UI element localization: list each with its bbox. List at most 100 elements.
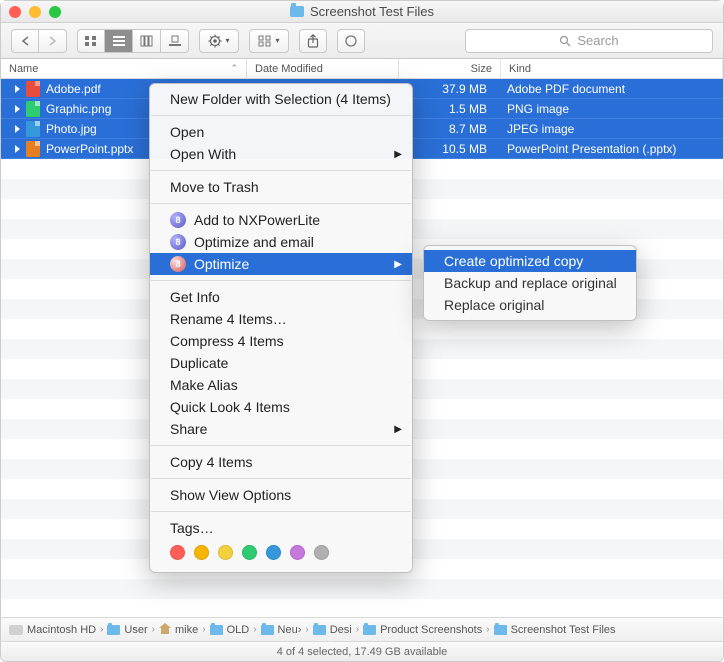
submenu-create-copy[interactable]: Create optimized copy [424,250,636,272]
path-icon [494,625,507,635]
icon-view-button[interactable] [77,29,105,53]
chevron-right-icon: › [305,624,308,635]
file-size: 8.7 MB [399,122,501,136]
context-menu: New Folder with Selection (4 Items) Open… [149,83,413,573]
column-headers: Name⌃ Date Modified Size Kind [1,59,723,79]
disclosure-triangle-icon [15,145,20,153]
menu-add-to-nxpowerlite[interactable]: 8Add to NXPowerLite [150,209,412,231]
submenu-replace[interactable]: Replace original [424,294,636,316]
close-window-button[interactable] [9,6,21,18]
chevron-right-icon: › [253,624,256,635]
menu-open[interactable]: Open [150,121,412,143]
menu-view-options[interactable]: Show View Options [150,484,412,506]
path-icon [363,625,376,635]
folder-icon [290,6,304,17]
file-size: 37.9 MB [399,82,501,96]
file-kind: PowerPoint Presentation (.pptx) [501,142,723,156]
path-segment[interactable]: mike [159,624,198,636]
column-date[interactable]: Date Modified [247,59,399,78]
column-name[interactable]: Name⌃ [1,59,247,78]
menu-copy[interactable]: Copy 4 Items [150,451,412,473]
back-button[interactable] [11,29,39,53]
disclosure-triangle-icon [15,105,20,113]
menu-get-info[interactable]: Get Info [150,286,412,308]
path-segment[interactable]: Neu› [261,624,302,636]
path-segment[interactable]: Screenshot Test Files [494,624,616,636]
search-icon [559,35,571,47]
column-size[interactable]: Size [399,59,501,78]
arrange-menu-button[interactable]: ▾ [249,29,289,53]
menu-optimize-and-email[interactable]: 8Optimize and email [150,231,412,253]
column-kind[interactable]: Kind [501,59,723,78]
chevron-right-icon: › [356,624,359,635]
action-menu-button[interactable]: ▾ [199,29,239,53]
path-label: mike [175,624,198,636]
submenu-backup-replace[interactable]: Backup and replace original [424,272,636,294]
path-label: Product Screenshots [380,624,482,636]
disclosure-triangle-icon [15,85,20,93]
path-segment[interactable]: User [107,624,147,636]
file-kind: PNG image [501,102,723,116]
share-button[interactable] [299,29,327,53]
path-icon [159,624,171,636]
menu-tags[interactable]: Tags… [150,517,412,539]
list-view-button[interactable] [105,29,133,53]
file-kind: Adobe PDF document [501,82,723,96]
file-size: 10.5 MB [399,142,501,156]
file-name: Adobe.pdf [46,82,101,96]
chevron-right-icon: › [100,624,103,635]
zoom-window-button[interactable] [49,6,61,18]
chevron-right-icon: › [202,624,205,635]
menu-move-to-trash[interactable]: Move to Trash [150,176,412,198]
menu-optimize[interactable]: 8Optimize▶ [150,253,412,275]
path-segment[interactable]: Product Screenshots [363,624,482,636]
coverflow-view-button[interactable] [161,29,189,53]
path-icon [313,625,326,635]
menu-duplicate[interactable]: Duplicate [150,352,412,374]
forward-button[interactable] [39,29,67,53]
tag-color-row [150,539,412,568]
chevron-right-icon: › [486,624,489,635]
path-icon [210,625,223,635]
path-label: Neu› [278,624,302,636]
nxpowerlite-icon: 8 [170,212,186,228]
tag-color-dot[interactable] [266,545,281,560]
tag-color-dot[interactable] [290,545,305,560]
sort-indicator-icon: ⌃ [230,63,238,74]
menu-quick-look[interactable]: Quick Look 4 Items [150,396,412,418]
tag-color-dot[interactable] [170,545,185,560]
tag-color-dot[interactable] [218,545,233,560]
menu-share[interactable]: Share▶ [150,418,412,440]
menu-make-alias[interactable]: Make Alias [150,374,412,396]
menu-open-with[interactable]: Open With▶ [150,143,412,165]
file-kind: JPEG image [501,122,723,136]
file-name: Graphic.png [46,102,111,116]
path-label: Screenshot Test Files [511,624,616,636]
menu-rename[interactable]: Rename 4 Items… [150,308,412,330]
path-icon [107,625,120,635]
search-field[interactable]: Search [465,29,713,53]
path-icon [9,625,23,635]
path-segment[interactable]: Macintosh HD [9,624,96,636]
submenu-arrow-icon: ▶ [394,149,402,160]
file-icon [26,101,40,117]
path-segment[interactable]: Desi [313,624,352,636]
tag-color-dot[interactable] [242,545,257,560]
tags-button[interactable] [337,29,365,53]
file-icon [26,141,40,157]
chevron-right-icon: › [152,624,155,635]
minimize-window-button[interactable] [29,6,41,18]
status-bar: 4 of 4 selected, 17.49 GB available [1,641,723,661]
column-view-button[interactable] [133,29,161,53]
menu-compress[interactable]: Compress 4 Items [150,330,412,352]
file-icon [26,121,40,137]
file-icon [26,81,40,97]
tag-color-dot[interactable] [194,545,209,560]
tag-color-dot[interactable] [314,545,329,560]
nxpowerlite-icon: 8 [170,256,186,272]
window-controls [9,6,61,18]
menu-new-folder[interactable]: New Folder with Selection (4 Items) [150,88,412,110]
path-label: Macintosh HD [27,624,96,636]
path-segment[interactable]: OLD [210,624,250,636]
path-label: OLD [227,624,250,636]
